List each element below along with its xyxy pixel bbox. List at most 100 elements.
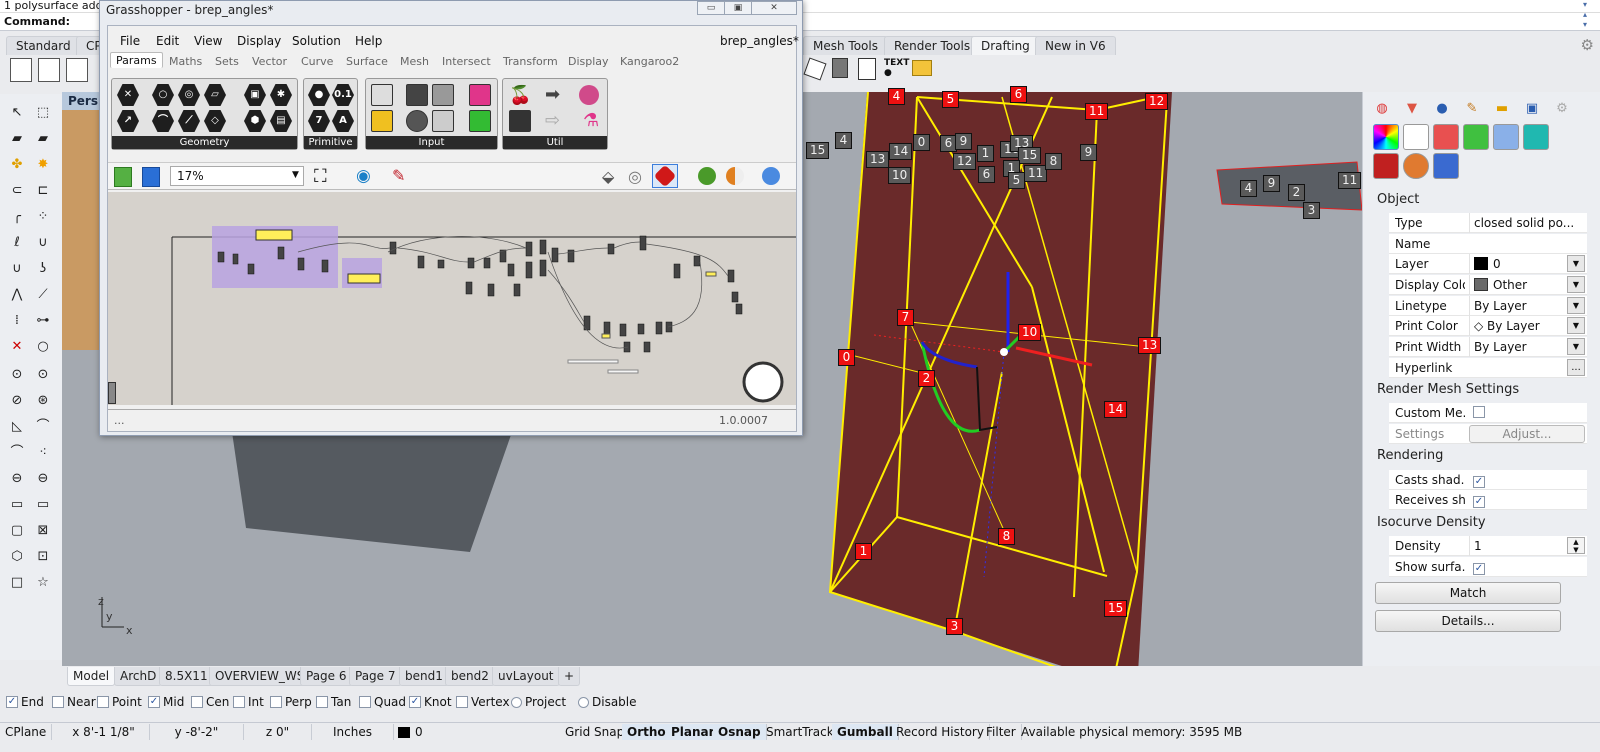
grid-snap-toggle[interactable]: Grid Snap bbox=[560, 724, 631, 740]
image-sampler-icon[interactable] bbox=[469, 110, 491, 132]
tab-8-5x11[interactable]: 8.5X11 bbox=[159, 667, 214, 686]
ellipse-icon[interactable]: ⊖ bbox=[6, 468, 28, 490]
display-tab-icon[interactable]: ▣ bbox=[1521, 99, 1543, 119]
minimize-button[interactable]: ▭ bbox=[697, 1, 725, 15]
maximize-button[interactable]: ▣ bbox=[724, 1, 752, 15]
text-icon[interactable]: TEXT ● bbox=[884, 58, 909, 78]
decal-icon[interactable] bbox=[1433, 124, 1459, 150]
ellipse-diameter-icon[interactable]: ⊖ bbox=[32, 468, 54, 490]
cplane-icon[interactable]: ▰ bbox=[6, 128, 28, 150]
surface-param-icon[interactable]: ▱ bbox=[204, 84, 226, 106]
gh-tab-mesh[interactable]: Mesh bbox=[400, 55, 429, 68]
gh-tab-transform[interactable]: Transform bbox=[503, 55, 558, 68]
flask-icon[interactable]: ⚗ bbox=[583, 110, 599, 131]
tab-archd[interactable]: ArchD bbox=[114, 667, 163, 686]
material-icon[interactable] bbox=[1403, 124, 1429, 150]
zoom-extents-icon[interactable]: ⛶ bbox=[314, 166, 327, 187]
shaded-preview-button[interactable] bbox=[652, 164, 678, 188]
object-properties-icon[interactable] bbox=[1373, 124, 1399, 150]
osnap-quad[interactable]: Quad bbox=[359, 695, 406, 709]
rectangle-icon[interactable]: ▭ bbox=[6, 494, 28, 516]
blend-curve-icon[interactable]: ╭ bbox=[6, 206, 28, 228]
polyline-icon[interactable]: ⋀ bbox=[6, 284, 28, 306]
gh-tab-surface[interactable]: Surface bbox=[346, 55, 388, 68]
chevron-down-icon[interactable]: ▼ bbox=[1567, 338, 1585, 355]
gh-canvas[interactable] bbox=[108, 192, 796, 405]
osnap-perp[interactable]: Perp bbox=[270, 695, 312, 709]
shut-lining-icon[interactable] bbox=[1373, 153, 1399, 179]
materials-tab-icon[interactable]: ✎ bbox=[1461, 99, 1483, 119]
new-from-template-icon[interactable] bbox=[66, 58, 88, 82]
tab-mesh-tools[interactable]: Mesh Tools bbox=[803, 36, 888, 55]
join-icon[interactable]: ✤ bbox=[6, 154, 28, 176]
value-list-icon[interactable] bbox=[432, 110, 454, 132]
arrow-dark-icon[interactable]: ➡ bbox=[545, 84, 560, 105]
line-icon[interactable]: ⟋ bbox=[32, 284, 54, 306]
polygon-edge-icon[interactable]: ⊡ bbox=[32, 546, 54, 568]
save-file-icon[interactable] bbox=[142, 167, 160, 187]
edge-softening-icon[interactable] bbox=[1523, 124, 1549, 150]
osnap-knot[interactable]: ✓ Knot bbox=[409, 695, 452, 709]
gh-tab-curve[interactable]: Curve bbox=[301, 55, 333, 68]
graph-mapper-icon[interactable] bbox=[371, 110, 393, 132]
selected-only-icon[interactable] bbox=[698, 167, 716, 185]
circle-diameter-icon[interactable]: ⊙ bbox=[32, 364, 54, 386]
render-tab-icon[interactable]: ▼ bbox=[1401, 99, 1423, 119]
box-param-icon[interactable]: ▣ bbox=[244, 84, 266, 106]
mesh-param-icon[interactable]: ✱ bbox=[270, 84, 292, 106]
slider-icon[interactable] bbox=[371, 84, 393, 106]
hyperlink-browse-button[interactable]: ... bbox=[1567, 359, 1585, 376]
new-file-icon[interactable] bbox=[38, 58, 60, 82]
gh-tab-params[interactable]: Params bbox=[110, 52, 163, 68]
add-layout-icon[interactable]: + bbox=[558, 667, 581, 686]
circle-3pt-icon[interactable]: ⊘ bbox=[6, 390, 28, 412]
circle-tangent-icon[interactable]: ⊛ bbox=[32, 390, 54, 412]
text-param-icon[interactable]: A bbox=[332, 110, 354, 132]
chevron-down-icon[interactable]: ▼ bbox=[1567, 297, 1585, 314]
chevron-down-icon[interactable]: ▼ bbox=[1567, 255, 1585, 272]
current-layer[interactable]: 0 bbox=[410, 724, 558, 740]
close-button[interactable]: ✕ bbox=[751, 1, 797, 15]
rectangle-3pt-icon[interactable]: ⊠ bbox=[32, 520, 54, 542]
folder-icon[interactable] bbox=[912, 60, 932, 76]
casts-shadows-checkbox[interactable]: ✓ bbox=[1473, 476, 1485, 488]
osnap-vertex[interactable]: Vertex bbox=[456, 695, 510, 709]
plane-param-icon[interactable]: ◇ bbox=[204, 110, 226, 132]
extract-icon[interactable] bbox=[832, 58, 848, 78]
arc-icon[interactable]: ◺ bbox=[6, 416, 28, 438]
tab-render-tools[interactable]: Render Tools bbox=[884, 36, 981, 55]
osnap-int[interactable]: Int bbox=[233, 695, 264, 709]
select-arrow-icon[interactable]: ↖ bbox=[6, 102, 28, 124]
circle-param-icon[interactable]: ○ bbox=[152, 84, 174, 106]
tab-overview-ws[interactable]: OVERVIEW_WS bbox=[209, 667, 311, 686]
rectangle-center-icon[interactable]: ▭ bbox=[32, 494, 54, 516]
circle-radius-icon[interactable]: ⊙ bbox=[6, 364, 28, 386]
sketch-icon[interactable]: ʖ bbox=[32, 258, 54, 280]
receives-shadows-checkbox[interactable]: ✓ bbox=[1473, 496, 1485, 508]
chevron-down-icon[interactable]: ▼ bbox=[292, 170, 299, 180]
arc-start-icon[interactable]: ⌒ bbox=[6, 442, 28, 464]
tree-icon[interactable] bbox=[509, 110, 531, 132]
boolean-icon[interactable]: ● bbox=[308, 84, 330, 106]
polygon-icon[interactable]: ⬡ bbox=[6, 546, 28, 568]
details-button[interactable]: Details... bbox=[1375, 610, 1561, 632]
adjust-button[interactable]: Adjust... bbox=[1469, 425, 1585, 443]
rounded-rectangle-icon[interactable]: ▢ bbox=[6, 520, 28, 542]
gh-navigation-compass[interactable] bbox=[742, 361, 784, 403]
line-normal-icon[interactable]: ✕ bbox=[6, 336, 28, 358]
tab-drafting[interactable]: Drafting bbox=[971, 36, 1040, 55]
arc-3pt-icon[interactable]: ⌒ bbox=[32, 416, 54, 438]
osnap-disable[interactable]: Disable bbox=[578, 695, 637, 709]
tab-bend2[interactable]: bend2 bbox=[445, 667, 495, 686]
gh-tab-display[interactable]: Display bbox=[568, 55, 609, 68]
show-surface-checkbox[interactable]: ✓ bbox=[1473, 563, 1485, 575]
osnap-project[interactable]: Project bbox=[511, 695, 566, 709]
arc-param-icon[interactable]: ⌒ bbox=[152, 110, 174, 132]
osnap-point[interactable]: Point bbox=[97, 695, 142, 709]
chevron-down-icon[interactable]: ▼ bbox=[1567, 276, 1585, 293]
mesh-settings-icon[interactable] bbox=[762, 167, 780, 185]
tab-uvlayout[interactable]: uvLayout bbox=[492, 667, 560, 686]
gh-tab-vector[interactable]: Vector bbox=[252, 55, 287, 68]
gh-tab-intersect[interactable]: Intersect bbox=[442, 55, 491, 68]
smarttrack-toggle[interactable]: SmartTrack bbox=[761, 724, 840, 740]
